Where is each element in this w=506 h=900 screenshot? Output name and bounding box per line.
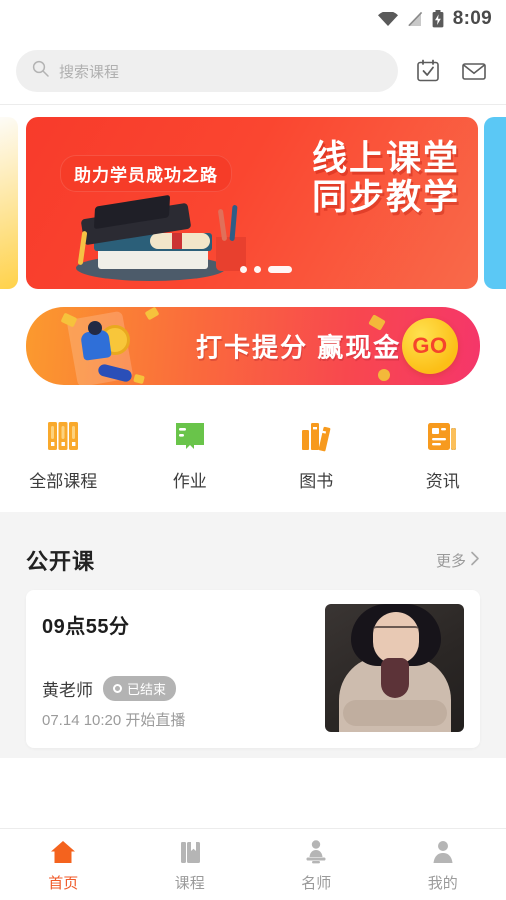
section-more-label: 更多 bbox=[435, 552, 466, 570]
battery-charging-icon bbox=[432, 10, 444, 28]
course-teacher-row: 黄老师 已结束 bbox=[42, 676, 185, 701]
quick-link-news[interactable]: 资讯 bbox=[380, 413, 506, 492]
nav-item-profile[interactable]: 我的 bbox=[380, 837, 506, 893]
course-title: 09点55分 bbox=[42, 616, 130, 638]
promo-illustration bbox=[60, 307, 172, 385]
status-bar: 8:09 bbox=[0, 0, 506, 38]
section-header: 公开课 更多 bbox=[0, 526, 506, 590]
quick-link-label: 图书 bbox=[299, 472, 334, 491]
carousel-slide-previous[interactable] bbox=[0, 117, 18, 289]
quick-link-label: 资讯 bbox=[425, 472, 460, 491]
record-circle-icon bbox=[113, 684, 122, 693]
course-card-info: 09点55分 黄老师 已结束 07.14 10:20 开始直播 bbox=[42, 604, 185, 732]
binders-icon bbox=[41, 413, 85, 455]
banner-headline: 线上课堂 同步教学 bbox=[312, 139, 460, 217]
banner-headline-line1: 线上课堂 bbox=[311, 139, 460, 178]
carousel-dot-2[interactable] bbox=[254, 266, 261, 273]
course-time: 07.14 10:20 开始直播 bbox=[42, 712, 186, 729]
home-icon bbox=[48, 837, 78, 867]
promo-banner[interactable]: 打卡提分 赢现金 GO bbox=[26, 307, 480, 385]
search-icon bbox=[32, 60, 49, 82]
promo-go-button[interactable]: GO bbox=[402, 318, 458, 374]
banner-headline-line2: 同步教学 bbox=[311, 178, 460, 218]
course-card[interactable]: 09点55分 黄老师 已结束 07.14 10:20 开始直播 bbox=[26, 590, 480, 748]
nav-label: 首页 bbox=[48, 874, 79, 892]
status-badge: 已结束 bbox=[103, 676, 177, 701]
graduation-illustration bbox=[68, 178, 248, 283]
calendar-check-icon[interactable] bbox=[412, 55, 444, 87]
search-input[interactable]: 搜索课程 bbox=[16, 50, 398, 92]
carousel-slide-active[interactable]: 助力学员成功之路 线上课堂 同步教学 bbox=[26, 117, 478, 289]
carousel-slide-next[interactable] bbox=[484, 117, 506, 289]
carousel-dot-3[interactable] bbox=[268, 266, 292, 273]
course-meta: 黄老师 已结束 07.14 10:20 开始直播 bbox=[42, 676, 185, 730]
teacher-podium-icon bbox=[301, 837, 331, 867]
quick-link-label: 作业 bbox=[172, 472, 207, 491]
nav-label: 课程 bbox=[174, 874, 205, 892]
mail-icon[interactable] bbox=[458, 55, 490, 87]
quick-links: 全部课程 作业 图书 资讯 bbox=[0, 399, 506, 512]
wifi-icon bbox=[377, 11, 398, 27]
app-root: 8:09 搜索课程 助力学员成功之路 线上课堂 同步教学 打卡提分 赢现金 GO… bbox=[0, 0, 506, 900]
status-bar-time: 8:09 bbox=[452, 8, 492, 29]
search-placeholder: 搜索课程 bbox=[59, 63, 120, 81]
books-icon bbox=[294, 413, 338, 455]
section-more-link[interactable]: 更多 bbox=[436, 550, 480, 571]
quick-link-books[interactable]: 图书 bbox=[253, 413, 380, 492]
nav-label: 我的 bbox=[427, 874, 458, 892]
open-book-icon bbox=[168, 413, 212, 455]
status-badge-label: 已结束 bbox=[127, 682, 167, 697]
signal-off-icon bbox=[407, 11, 423, 27]
quick-link-all-courses[interactable]: 全部课程 bbox=[0, 413, 127, 492]
bottom-nav: 首页 课程 名师 我的 bbox=[0, 828, 506, 900]
carousel-dot-1[interactable] bbox=[240, 266, 247, 273]
nav-item-home[interactable]: 首页 bbox=[0, 837, 127, 893]
nav-label: 名师 bbox=[301, 874, 332, 892]
chevron-right-icon bbox=[470, 551, 480, 570]
section-gap bbox=[0, 512, 506, 526]
nav-item-courses[interactable]: 课程 bbox=[127, 837, 254, 893]
promo-banner-wrap: 打卡提分 赢现金 GO bbox=[0, 299, 506, 399]
teacher-photo bbox=[325, 604, 464, 732]
person-icon bbox=[428, 837, 458, 867]
nav-item-teachers[interactable]: 名师 bbox=[253, 837, 380, 893]
quick-link-label: 全部课程 bbox=[29, 472, 98, 491]
section-title: 公开课 bbox=[26, 549, 96, 574]
promo-text: 打卡提分 赢现金 bbox=[196, 332, 402, 363]
book-bookmark-icon bbox=[175, 837, 205, 867]
banner-carousel[interactable]: 助力学员成功之路 线上课堂 同步教学 bbox=[0, 105, 506, 299]
carousel-pagination[interactable] bbox=[240, 266, 292, 273]
course-teacher: 黄老师 bbox=[42, 681, 93, 700]
open-course-section: 公开课 更多 09点55分 黄老师 已结束 07.14 10:20 开始直播 bbox=[0, 526, 506, 758]
quick-link-homework[interactable]: 作业 bbox=[127, 413, 254, 492]
header-bar: 搜索课程 bbox=[0, 38, 506, 104]
news-document-icon bbox=[421, 413, 465, 455]
